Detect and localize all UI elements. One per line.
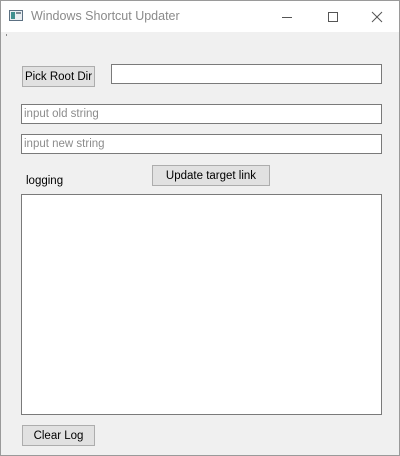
clear-log-button[interactable]: Clear Log [22, 425, 95, 446]
root-dir-field[interactable] [111, 64, 382, 84]
minimize-icon [282, 16, 292, 18]
maximize-icon [328, 11, 338, 22]
update-target-link-button[interactable]: Update target link [152, 165, 270, 186]
maximize-button[interactable] [310, 1, 356, 32]
logging-label: logging [26, 175, 64, 187]
minimize-button[interactable] [264, 1, 310, 32]
close-icon [371, 11, 383, 22]
pick-root-dir-button[interactable]: Pick Root Dir [22, 66, 95, 87]
app-window-icon [9, 10, 23, 21]
old-string-input[interactable] [21, 104, 382, 124]
menu-stub [6, 34, 7, 36]
title-bar[interactable]: Windows Shortcut Updater [1, 1, 399, 32]
window-title: Windows Shortcut Updater [31, 9, 180, 23]
app-window: Windows Shortcut Updater Pick Root Dir U… [0, 0, 400, 456]
new-string-input[interactable] [21, 134, 382, 154]
close-button[interactable] [354, 1, 399, 32]
log-output[interactable] [21, 194, 382, 415]
